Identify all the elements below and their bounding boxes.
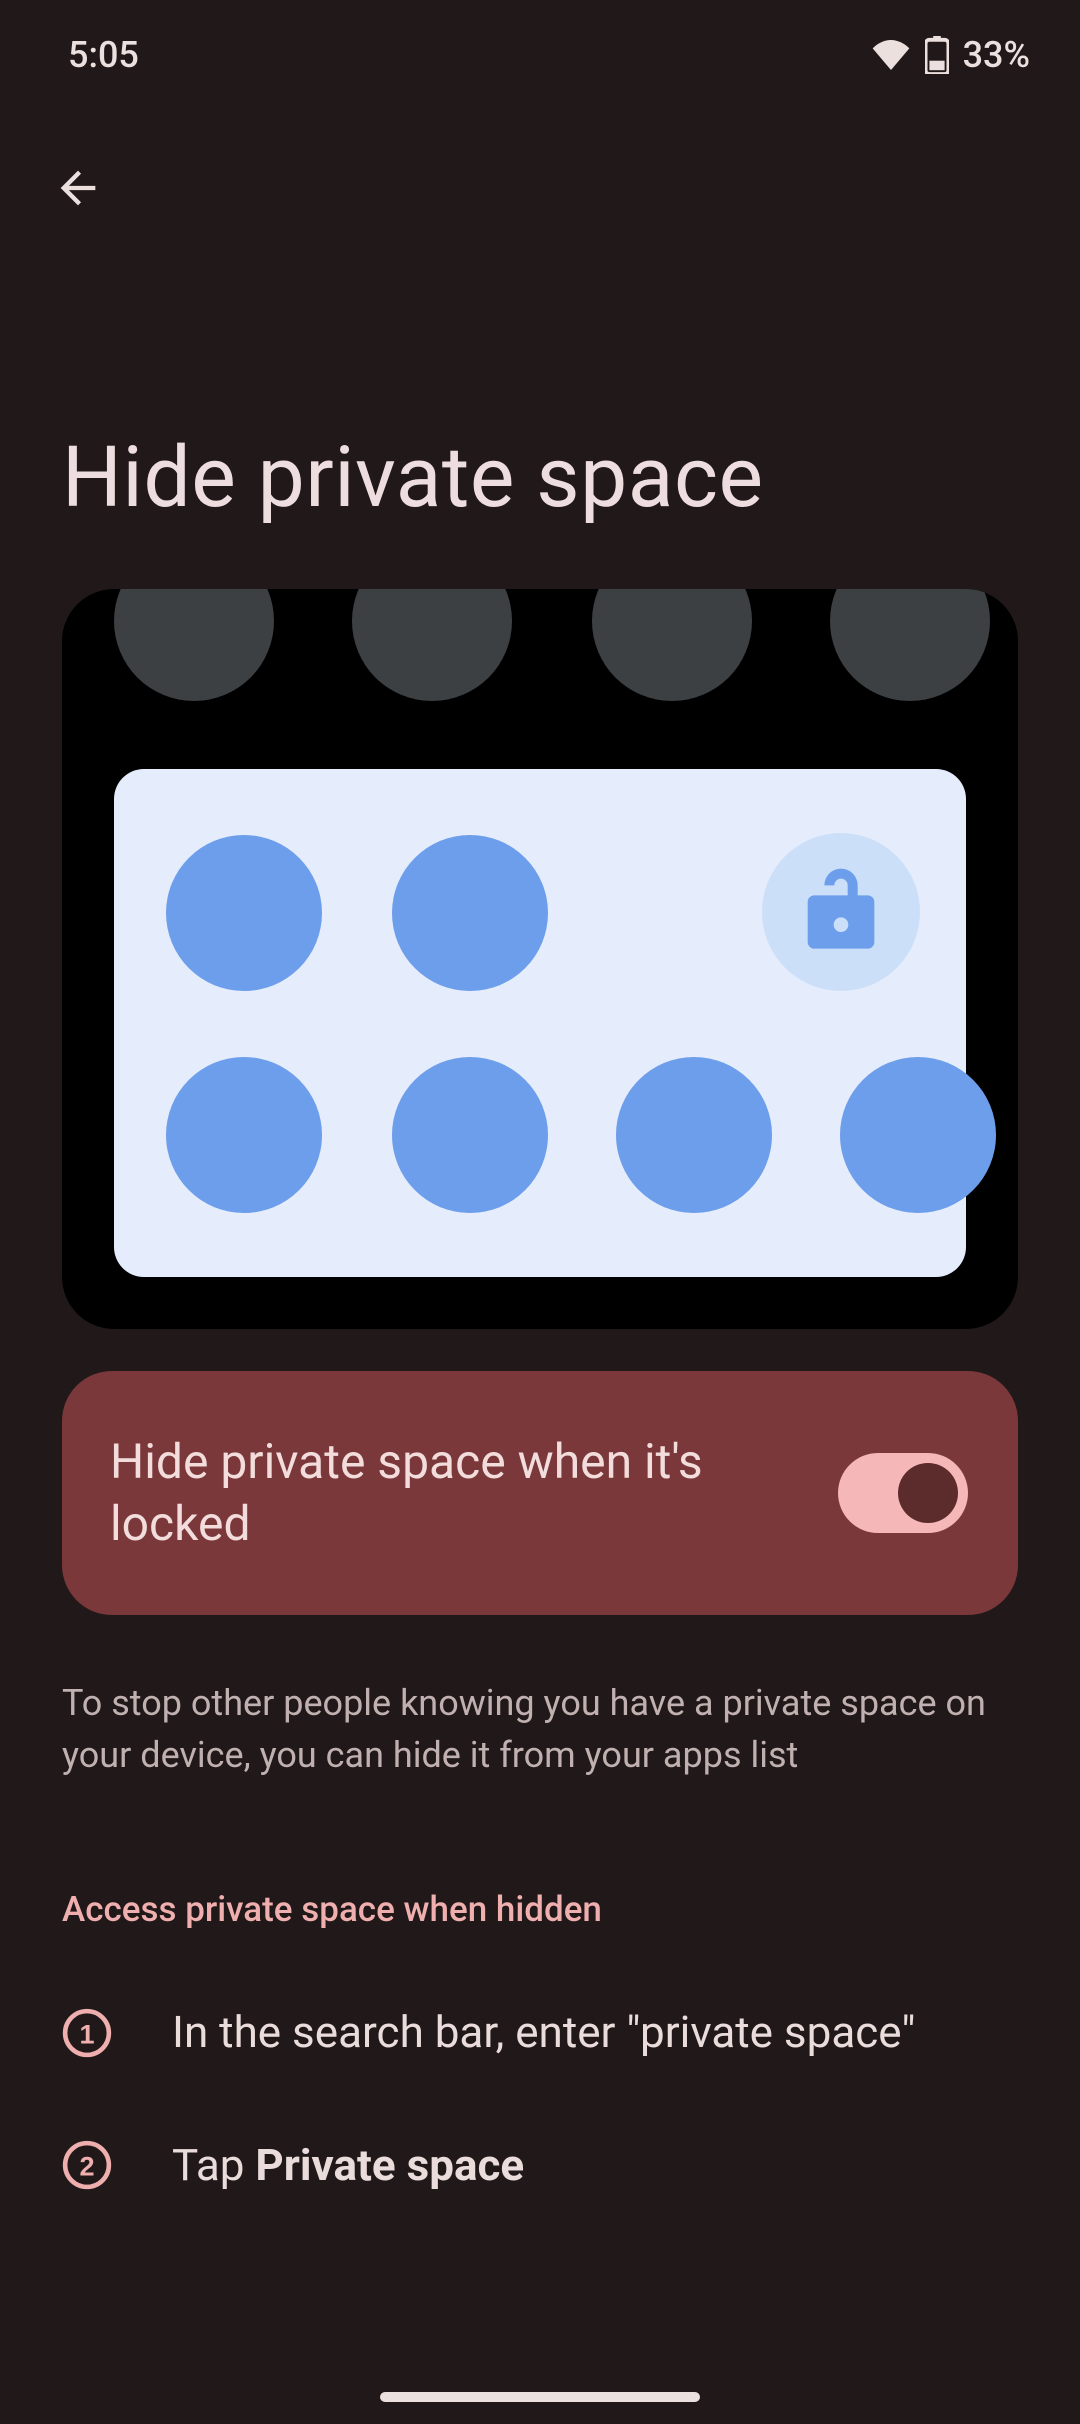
unlock-icon [798, 862, 884, 962]
section-header: Access private space when hidden [62, 1889, 1018, 1930]
toggle-thumb [898, 1463, 958, 1523]
status-battery: 33% [963, 34, 1030, 76]
illus-circle-dark [352, 589, 512, 701]
number-2-icon: 2 [62, 2140, 112, 2190]
number-1-icon: 1 [62, 2008, 112, 2058]
page-title: Hide private space [62, 428, 1080, 527]
arrow-left-icon [52, 162, 104, 214]
step-2-text: Tap Private space [172, 2135, 1018, 2196]
step-2: 2 Tap Private space [62, 2135, 1018, 2196]
svg-text:1: 1 [79, 2018, 94, 2049]
status-bar: 5:05 33% [0, 0, 1080, 110]
step-1: 1 In the search bar, enter "private spac… [62, 2002, 1018, 2063]
hide-toggle-card[interactable]: Hide private space when it's locked [62, 1371, 1018, 1615]
illus-circle-dark [592, 589, 752, 701]
illustration [62, 589, 1018, 1329]
illus-circle-dark [114, 589, 274, 701]
illus-card [114, 769, 966, 1277]
toggle-label: Hide private space when it's locked [110, 1431, 830, 1556]
illus-circle-blue [840, 1057, 996, 1213]
status-time: 5:05 [68, 34, 139, 76]
illus-circle-blue [166, 1057, 322, 1213]
illus-circle-blue [392, 1057, 548, 1213]
illus-circle-blue [166, 835, 322, 991]
toggle-switch[interactable] [838, 1453, 968, 1533]
wifi-icon [871, 39, 911, 71]
svg-text:2: 2 [79, 2151, 94, 2182]
status-right: 33% [871, 34, 1030, 76]
battery-icon [925, 36, 949, 74]
illus-circle-dark [830, 589, 990, 701]
illus-circle-blue [392, 835, 548, 991]
illus-circle-blue [616, 1057, 772, 1213]
back-button[interactable] [48, 158, 108, 218]
description-text: To stop other people knowing you have a … [62, 1677, 1018, 1781]
nav-bar-pill[interactable] [380, 2392, 700, 2402]
unlock-icon-circle [762, 833, 920, 991]
step-1-text: In the search bar, enter "private space" [172, 2002, 1018, 2063]
